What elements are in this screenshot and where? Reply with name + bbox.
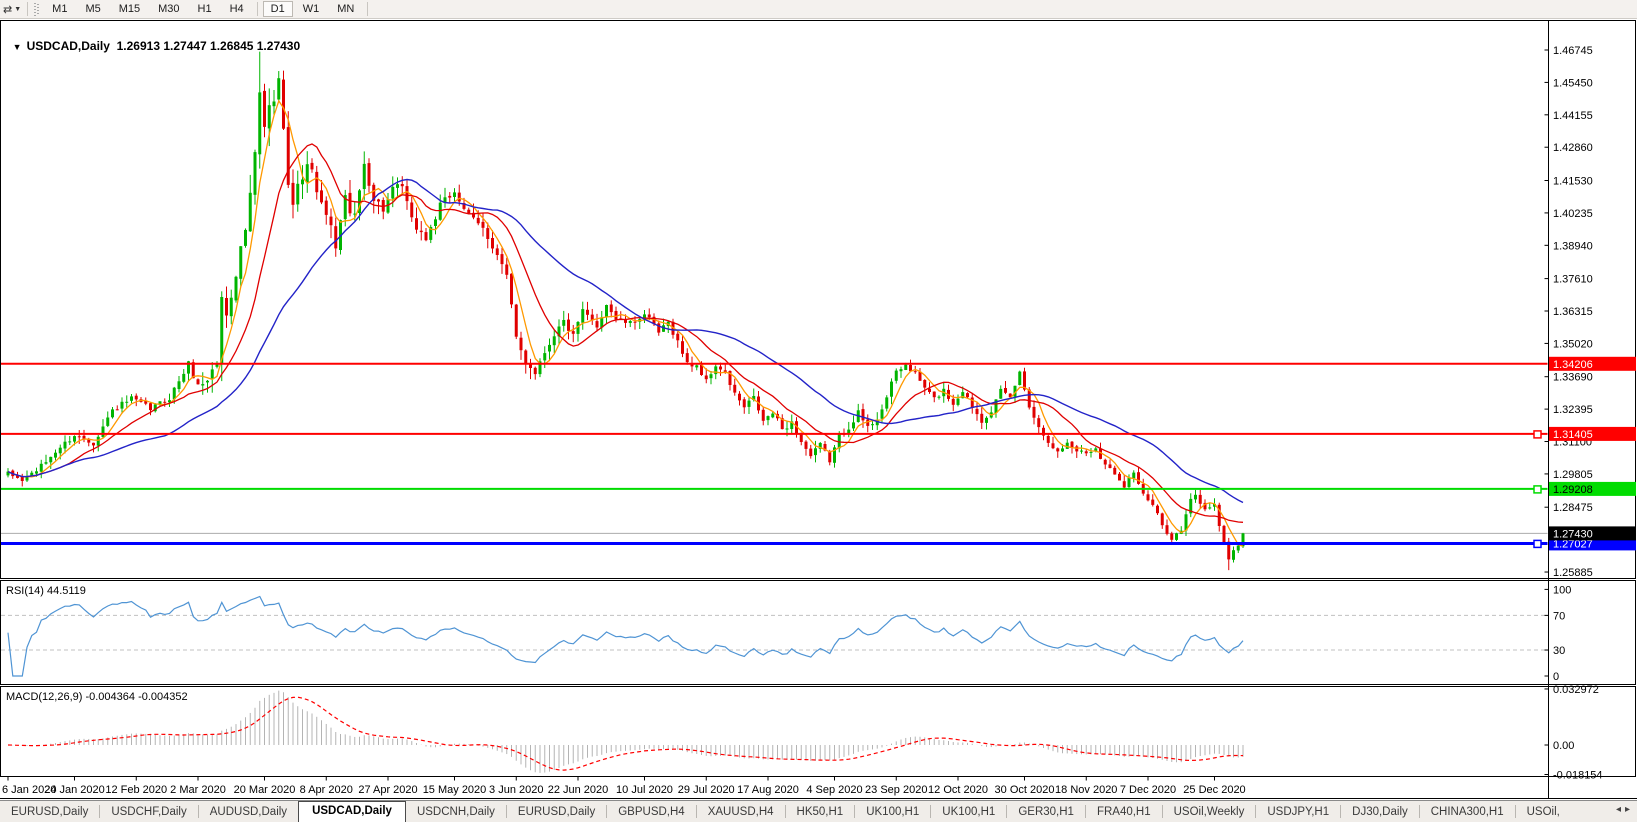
svg-text:1.34206: 1.34206 bbox=[1553, 359, 1593, 371]
svg-text:25 Dec 2020: 25 Dec 2020 bbox=[1183, 784, 1245, 796]
svg-text:20 Mar 2020: 20 Mar 2020 bbox=[234, 784, 296, 796]
svg-text:22 Jun 2020: 22 Jun 2020 bbox=[548, 784, 609, 796]
svg-text:30 Oct 2020: 30 Oct 2020 bbox=[995, 784, 1055, 796]
svg-text:1.44155: 1.44155 bbox=[1553, 110, 1593, 122]
chart-window[interactable]: 1.46745 1.45450 1.44155 1.42860 1.41530 1.402… bbox=[0, 0, 1637, 805]
chart-tab-china300-h1[interactable]: CHINA300,H1 bbox=[1420, 803, 1515, 822]
chart-tab-usoil-[interactable]: USOil, bbox=[1516, 803, 1571, 822]
chart-tab-usdcnh-daily[interactable]: USDCNH,Daily bbox=[406, 803, 506, 822]
svg-text:1.41530: 1.41530 bbox=[1553, 176, 1593, 188]
tab-scroll-left-icon[interactable]: ◂ bbox=[1616, 804, 1625, 815]
svg-text:1.46745: 1.46745 bbox=[1553, 45, 1593, 57]
svg-text:8 Apr 2020: 8 Apr 2020 bbox=[300, 784, 353, 796]
chart-tab-fra40-h1[interactable]: FRA40,H1 bbox=[1086, 803, 1162, 822]
chart-tab-usdjpy-h1[interactable]: USDJPY,H1 bbox=[1256, 803, 1340, 822]
svg-text:1.28475: 1.28475 bbox=[1553, 502, 1593, 514]
chart-tab-usdcad-daily[interactable]: USDCAD,Daily bbox=[298, 801, 406, 822]
svg-text:1.31405: 1.31405 bbox=[1553, 429, 1593, 441]
chart-canvas[interactable]: 1.46745 1.45450 1.44155 1.42860 1.41530 1.402… bbox=[0, 0, 1637, 800]
chart-tab-eurusd-daily[interactable]: EURUSD,Daily bbox=[0, 803, 99, 822]
svg-text:1.27430: 1.27430 bbox=[1553, 528, 1593, 540]
rsi-indicator-label: RSI(14) 44.5119 bbox=[6, 585, 86, 597]
chart-tab-xauusd-h4[interactable]: XAUUSD,H4 bbox=[697, 803, 785, 822]
svg-text:2 Mar 2020: 2 Mar 2020 bbox=[170, 784, 226, 796]
svg-text:4 Sep 2020: 4 Sep 2020 bbox=[806, 784, 862, 796]
chart-tab-eurusd-daily[interactable]: EURUSD,Daily bbox=[507, 803, 606, 822]
svg-text:100: 100 bbox=[1553, 584, 1571, 596]
svg-text:-0.018154: -0.018154 bbox=[1553, 770, 1603, 782]
tab-scroll-right-icon[interactable]: ▸ bbox=[1625, 804, 1634, 815]
time-axis: 6 Jan 202024 Jan 202012 Feb 20202 Mar 20… bbox=[2, 777, 1246, 797]
macd-indicator-label: MACD(12,26,9) -0.004364 -0.004352 bbox=[6, 691, 188, 703]
svg-text:1.29805: 1.29805 bbox=[1553, 469, 1593, 481]
svg-text:3 Jun 2020: 3 Jun 2020 bbox=[489, 784, 543, 796]
svg-text:1.40235: 1.40235 bbox=[1553, 208, 1593, 220]
chart-tab-dj30-daily[interactable]: DJ30,Daily bbox=[1341, 803, 1419, 822]
chart-title: ▼ USDCAD,Daily 1.26913 1.27447 1.26845 1.… bbox=[6, 25, 300, 53]
svg-text:1.33690: 1.33690 bbox=[1553, 372, 1593, 384]
svg-text:1.38940: 1.38940 bbox=[1553, 240, 1593, 252]
chart-tab-hk50-h1[interactable]: HK50,H1 bbox=[786, 803, 855, 822]
chart-tab-uk100-h1[interactable]: UK100,H1 bbox=[931, 803, 1006, 822]
svg-text:1.45450: 1.45450 bbox=[1553, 77, 1593, 89]
svg-text:10 Jul 2020: 10 Jul 2020 bbox=[616, 784, 673, 796]
chart-tab-audusd-daily[interactable]: AUDUSD,Daily bbox=[199, 803, 298, 822]
chart-ohlc-values: 1.26913 1.27447 1.26845 1.27430 bbox=[117, 39, 301, 53]
chart-collapse-icon[interactable]: ▼ bbox=[13, 42, 22, 52]
svg-text:1.37610: 1.37610 bbox=[1553, 274, 1593, 286]
tab-scroll-arrows: ◂▸ bbox=[1616, 804, 1634, 815]
svg-text:30: 30 bbox=[1553, 645, 1565, 657]
svg-text:15 May 2020: 15 May 2020 bbox=[423, 784, 487, 796]
mt4-terminal: { "toolbar": { "tool_icon": "⇄", "tool_c… bbox=[0, 0, 1637, 831]
svg-text:1.36315: 1.36315 bbox=[1553, 306, 1593, 318]
svg-text:29 Jul 2020: 29 Jul 2020 bbox=[678, 784, 735, 796]
svg-text:24 Jan 2020: 24 Jan 2020 bbox=[44, 784, 105, 796]
svg-text:1.25885: 1.25885 bbox=[1553, 567, 1593, 579]
svg-text:0.032972: 0.032972 bbox=[1553, 684, 1599, 696]
svg-text:17 Aug 2020: 17 Aug 2020 bbox=[737, 784, 799, 796]
chart-tab-gbpusd-h4[interactable]: GBPUSD,H4 bbox=[607, 803, 695, 822]
svg-text:1.32395: 1.32395 bbox=[1553, 404, 1593, 416]
svg-text:27 Apr 2020: 27 Apr 2020 bbox=[358, 784, 417, 796]
chart-tab-usdchf-daily[interactable]: USDCHF,Daily bbox=[100, 803, 197, 822]
svg-text:23 Sep 2020: 23 Sep 2020 bbox=[865, 784, 927, 796]
svg-text:1.42860: 1.42860 bbox=[1553, 142, 1593, 154]
svg-text:18 Nov 2020: 18 Nov 2020 bbox=[1055, 784, 1117, 796]
chart-symbol-label: USDCAD,Daily bbox=[27, 39, 110, 53]
chart-tab-uk100-h1[interactable]: UK100,H1 bbox=[855, 803, 930, 822]
svg-text:1.29208: 1.29208 bbox=[1553, 484, 1593, 496]
svg-text:7 Dec 2020: 7 Dec 2020 bbox=[1120, 784, 1176, 796]
panel-frames bbox=[0, 21, 1637, 799]
svg-text:0: 0 bbox=[1553, 671, 1559, 683]
svg-text:1.35020: 1.35020 bbox=[1553, 338, 1593, 350]
svg-text:70: 70 bbox=[1553, 610, 1565, 622]
chart-tab-ger30-h1[interactable]: GER30,H1 bbox=[1007, 803, 1085, 822]
chart-tab-bar: EURUSD,DailyUSDCHF,DailyAUDUSD,DailyUSDC… bbox=[0, 800, 1637, 822]
chart-tab-usoil-weekly[interactable]: USOil,Weekly bbox=[1163, 803, 1256, 822]
svg-text:12 Oct 2020: 12 Oct 2020 bbox=[928, 784, 988, 796]
svg-text:0.00: 0.00 bbox=[1553, 740, 1574, 752]
svg-text:12 Feb 2020: 12 Feb 2020 bbox=[105, 784, 167, 796]
